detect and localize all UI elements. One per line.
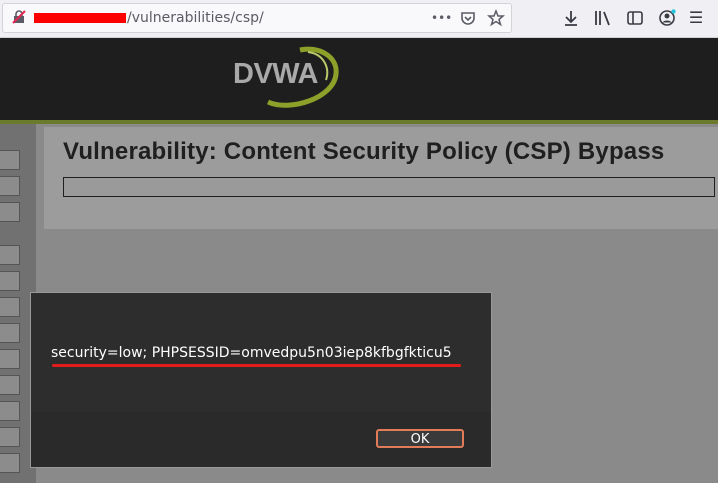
sidebar-item[interactable]: [0, 453, 20, 473]
redacted-host: [34, 13, 126, 23]
page-actions-icon[interactable]: •••: [431, 9, 452, 27]
sidebar-item[interactable]: [0, 375, 20, 395]
ok-button[interactable]: OK: [376, 429, 464, 448]
menu-icon[interactable]: ☰: [686, 8, 706, 28]
logo-text: DVWA: [233, 58, 319, 90]
page-title: Vulnerability: Content Security Policy (…: [63, 138, 665, 165]
library-icon[interactable]: [593, 8, 613, 28]
url-path: /vulnerabilities/csp/: [127, 10, 264, 26]
highlight-underline: [52, 364, 461, 367]
bookmark-star-icon[interactable]: [487, 9, 505, 27]
url-bar[interactable]: /vulnerabilities/csp/ •••: [2, 3, 512, 33]
alert-dialog: security=low; PHPSESSID=omvedpu5n03iep8k…: [30, 292, 492, 468]
account-icon[interactable]: [657, 8, 677, 28]
downloads-icon[interactable]: [561, 8, 581, 28]
insecure-lock-icon[interactable]: [12, 10, 26, 24]
dialog-message: security=low; PHPSESSID=omvedpu5n03iep8k…: [51, 345, 452, 361]
sidebar-item[interactable]: [0, 323, 20, 343]
content-box: [63, 177, 715, 197]
sidebar-item[interactable]: [0, 176, 20, 196]
sidebar-item[interactable]: [0, 297, 20, 317]
sidebar-item[interactable]: [0, 245, 20, 265]
sidebar-item[interactable]: [0, 401, 20, 421]
sidebar-icon[interactable]: [625, 8, 645, 28]
pocket-icon[interactable]: [459, 9, 477, 27]
sidebar-item[interactable]: [0, 202, 20, 222]
browser-toolbar: /vulnerabilities/csp/ ••• ☰: [0, 0, 718, 38]
site-header: [0, 38, 718, 120]
sidebar-item[interactable]: [0, 427, 20, 447]
dvwa-logo: DVWA: [230, 46, 342, 110]
sidebar-item[interactable]: [0, 150, 20, 170]
sidebar-item[interactable]: [0, 349, 20, 369]
sidebar-item[interactable]: [0, 271, 20, 291]
